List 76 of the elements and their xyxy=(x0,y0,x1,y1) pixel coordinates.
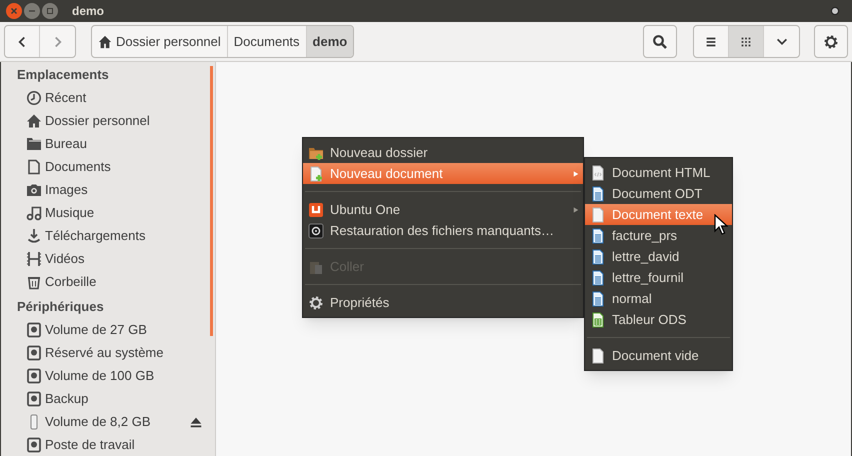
section-heading: Emplacements xyxy=(16,66,110,84)
settings-icon xyxy=(308,294,324,310)
settings-icon xyxy=(823,34,839,50)
window-title: demo xyxy=(72,3,104,20)
maximize-button[interactable] xyxy=(42,3,58,19)
menu-item[interactable]: Ubuntu One xyxy=(303,199,583,220)
menu-item[interactable]: Restauration des fichiers manquants… xyxy=(303,220,583,241)
sidebar-item[interactable]: Poste de travail xyxy=(1,433,215,456)
sidebar-item[interactable]: Bureau xyxy=(1,132,215,155)
document-icon xyxy=(590,348,606,364)
camera-icon xyxy=(26,182,42,198)
music-note-icon xyxy=(26,204,42,220)
maximize-icon xyxy=(46,7,54,15)
path-button[interactable]: demo xyxy=(306,26,354,57)
grid-view-icon xyxy=(739,34,753,48)
submenu-arrow-icon xyxy=(573,170,579,176)
minimize-button[interactable] xyxy=(24,3,40,19)
list-view-icon xyxy=(704,34,718,48)
sidebar-item[interactable]: Musique xyxy=(1,201,215,224)
menu-item[interactable]: Document ODT xyxy=(585,183,732,204)
sidebar-item[interactable]: Volume de 100 GB xyxy=(1,364,215,387)
home-icon xyxy=(26,112,42,128)
menu-item[interactable]: Nouveau dossier xyxy=(303,142,583,163)
document-add-icon xyxy=(308,166,324,182)
text-document-icon xyxy=(590,290,606,306)
chevron-left-icon xyxy=(16,36,28,48)
download-icon xyxy=(26,228,42,244)
text-document-icon xyxy=(590,228,606,244)
close-button[interactable] xyxy=(6,3,22,19)
sidebar-item[interactable]: Téléchargements xyxy=(1,224,215,247)
text-document-icon xyxy=(590,248,606,264)
spreadsheet-icon xyxy=(590,312,606,328)
html-document-icon xyxy=(590,164,606,180)
menu-item[interactable]: lettre_david xyxy=(585,246,732,267)
sidebar-item[interactable]: Documents xyxy=(1,155,215,178)
search-icon xyxy=(652,34,668,50)
sidebar-item[interactable]: Corbeille xyxy=(1,270,215,293)
menu-item[interactable]: Document vide xyxy=(585,345,732,366)
sidebar-item[interactable]: Backup xyxy=(1,387,215,410)
settings-button[interactable] xyxy=(814,25,848,58)
menu-item[interactable]: normal xyxy=(585,288,732,309)
scrollbar-thumb[interactable] xyxy=(210,66,213,336)
drive-icon xyxy=(26,344,42,360)
mouse-cursor-icon xyxy=(714,214,728,236)
clock-icon xyxy=(26,90,42,106)
sidebar-item[interactable]: Dossier personnel xyxy=(1,109,215,132)
drive-icon xyxy=(26,368,42,384)
section-heading: Périphériques xyxy=(16,298,105,316)
sidebar-item[interactable]: Volume de 27 GB xyxy=(1,318,215,341)
sidebar-item[interactable]: Volume de 8,2 GB xyxy=(1,410,215,433)
submenu-arrow-icon xyxy=(573,206,579,212)
text-document-icon xyxy=(590,186,606,202)
home-icon xyxy=(98,34,112,48)
search-button[interactable] xyxy=(643,25,677,58)
menu-item[interactable]: Document HTML xyxy=(585,162,732,183)
close-icon xyxy=(10,7,18,15)
menu-item[interactable]: Propriétés xyxy=(303,292,583,313)
drive-icon xyxy=(26,322,42,338)
cloud-service-icon xyxy=(308,202,324,218)
film-icon xyxy=(26,250,42,266)
text-document-icon xyxy=(590,270,606,286)
path-button[interactable]: Dossier personnel xyxy=(92,26,228,57)
grid-view-button[interactable] xyxy=(729,26,764,57)
drive-icon xyxy=(26,390,42,406)
menu-item[interactable]: lettre_fournil xyxy=(585,267,732,288)
menu-item[interactable]: Tableur ODS xyxy=(585,309,732,330)
sidebar-item[interactable]: Réservé au système xyxy=(1,341,215,364)
sidebar-item[interactable]: Vidéos xyxy=(1,247,215,270)
menu-item[interactable]: facture_prs xyxy=(585,225,732,246)
document-icon xyxy=(590,206,606,222)
sidebar-item[interactable]: Récent xyxy=(1,86,215,109)
drive-icon xyxy=(26,436,42,452)
restore-icon xyxy=(308,222,324,238)
sidebar-item[interactable]: Images xyxy=(1,178,215,201)
document-icon xyxy=(26,158,42,174)
folder-icon xyxy=(26,136,42,152)
